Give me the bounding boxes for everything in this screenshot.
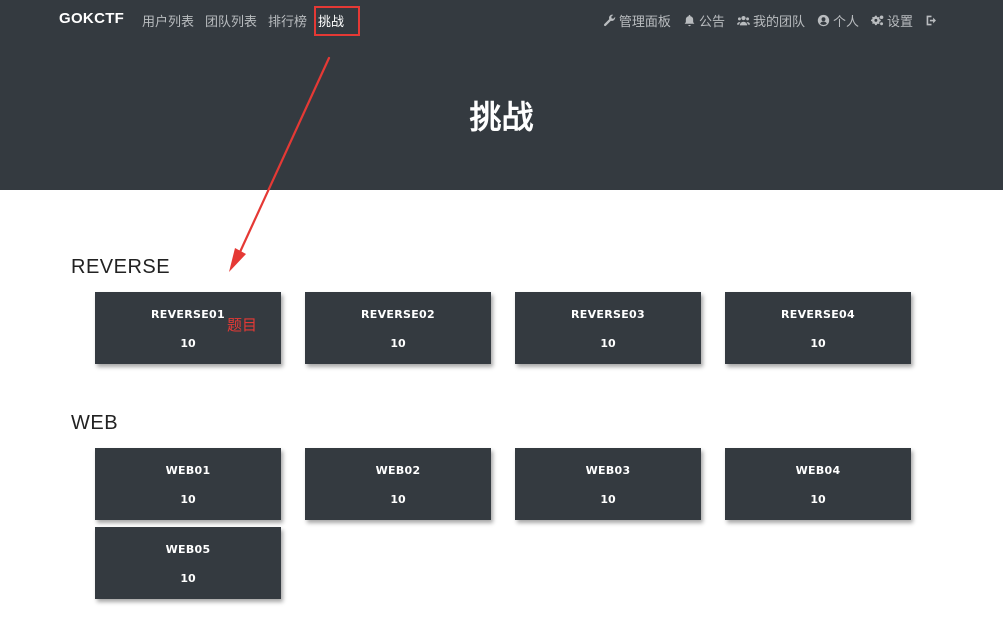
nav-my-team-label: 我的团队 xyxy=(752,15,805,30)
challenge-value: 10 xyxy=(600,493,616,506)
challenge-value: 10 xyxy=(180,337,196,350)
challenge-value: 10 xyxy=(180,493,196,506)
challenge-card-reverse03[interactable]: REVERSE03 10 xyxy=(515,292,701,364)
challenge-value: 10 xyxy=(810,493,826,506)
challenge-name: REVERSE03 xyxy=(571,308,645,321)
challenge-name: WEB04 xyxy=(795,464,841,477)
challenge-card-web05[interactable]: WEB05 10 xyxy=(95,527,281,599)
nav-admin-panel-label: 管理面板 xyxy=(618,15,671,30)
nav-admin-panel[interactable]: 管理面板 xyxy=(603,11,671,30)
challenge-value: 10 xyxy=(810,337,826,350)
nav-my-team[interactable]: 我的团队 xyxy=(736,11,805,30)
challenge-card-web03[interactable]: WEB03 10 xyxy=(515,448,701,520)
challenge-value: 10 xyxy=(600,337,616,350)
nav-settings-label: 设置 xyxy=(886,15,913,30)
highlight-box xyxy=(314,6,360,36)
challenge-card-reverse04[interactable]: REVERSE04 10 xyxy=(725,292,911,364)
nav-notifications[interactable]: 公告 xyxy=(683,11,725,30)
challenge-card-reverse02[interactable]: REVERSE02 10 xyxy=(305,292,491,364)
challenge-value: 10 xyxy=(390,337,406,350)
category-title-web: WEB xyxy=(71,412,119,434)
category-title-reverse: REVERSE xyxy=(71,256,171,278)
logout-icon xyxy=(926,15,936,26)
nav-link-scoreboard[interactable]: 排行榜 xyxy=(268,11,307,30)
challenge-name: WEB02 xyxy=(375,464,421,477)
nav-link-users[interactable]: 用户列表 xyxy=(142,11,194,30)
challenge-value: 10 xyxy=(180,572,196,585)
page-title: 挑战 xyxy=(469,98,534,136)
nav-notifications-label: 公告 xyxy=(698,15,725,30)
nav-logout[interactable] xyxy=(925,14,938,27)
user-circle-icon xyxy=(817,14,830,27)
challenge-card-web04[interactable]: WEB04 10 xyxy=(725,448,911,520)
challenge-name: REVERSE04 xyxy=(781,308,855,321)
challenge-name: WEB03 xyxy=(585,464,631,477)
nav-profile-label: 个人 xyxy=(832,15,859,30)
challenge-value: 10 xyxy=(390,493,406,506)
nav-link-teams[interactable]: 团队列表 xyxy=(205,11,257,30)
users-icon xyxy=(736,15,750,26)
bell-icon xyxy=(684,14,695,27)
gears-icon xyxy=(870,15,884,26)
navbar: GOKCTF 用户列表 团队列表 排行榜 挑战 管理面板 公告 我的团队 个人 xyxy=(0,0,1003,40)
nav-profile[interactable]: 个人 xyxy=(817,11,859,30)
annotation-label: 题目 xyxy=(227,316,258,334)
wrench-icon xyxy=(603,14,616,27)
nav-right-links: 管理面板 公告 我的团队 个人 设置 xyxy=(603,11,938,30)
page-header: GOKCTF 用户列表 团队列表 排行榜 挑战 管理面板 公告 我的团队 个人 xyxy=(0,0,1003,190)
challenge-name: REVERSE02 xyxy=(361,308,435,321)
brand-link[interactable]: GOKCTF xyxy=(59,10,124,27)
challenge-name: WEB01 xyxy=(165,464,211,477)
challenge-name: WEB05 xyxy=(165,543,211,556)
nav-settings[interactable]: 设置 xyxy=(870,11,913,30)
challenge-card-web02[interactable]: WEB02 10 xyxy=(305,448,491,520)
challenge-card-web01[interactable]: WEB01 10 xyxy=(95,448,281,520)
